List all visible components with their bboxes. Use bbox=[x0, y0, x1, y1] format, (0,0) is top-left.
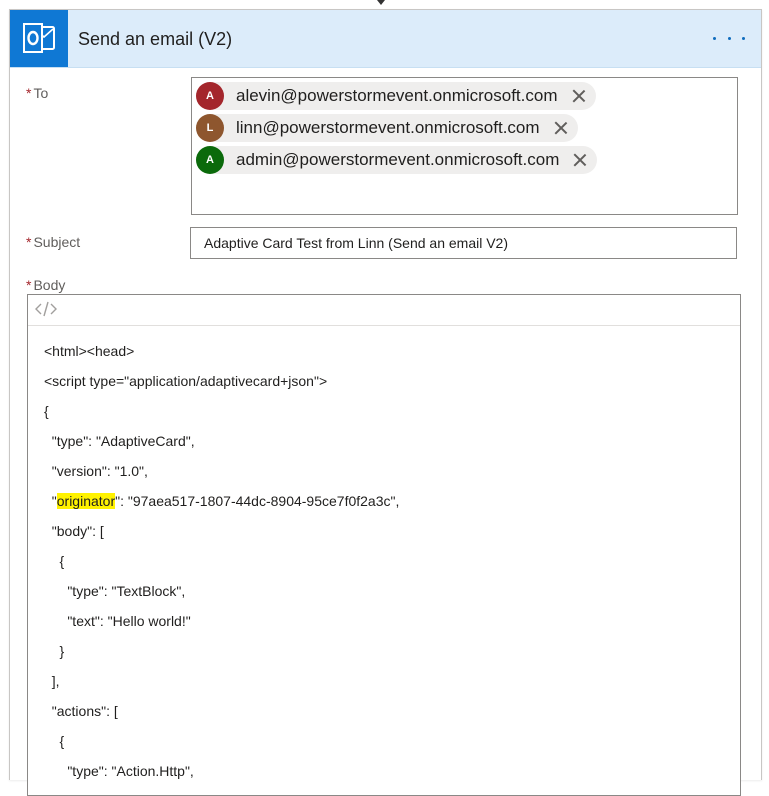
recipient-chip[interactable]: Aalevin@powerstormevent.onmicrosoft.com bbox=[196, 82, 596, 110]
avatar: A bbox=[196, 146, 224, 174]
to-label-text: To bbox=[33, 85, 49, 101]
to-label: * To bbox=[26, 85, 48, 101]
recipient-email: linn@powerstormevent.onmicrosoft.com bbox=[236, 118, 540, 137]
code-line: "type": "TextBlock", bbox=[44, 583, 186, 599]
required-marker: * bbox=[26, 234, 32, 250]
collapse-caret-icon bbox=[377, 0, 385, 5]
subject-label-text: Subject bbox=[33, 234, 81, 250]
remove-recipient-icon[interactable] bbox=[572, 89, 586, 103]
code-line: "actions": [ bbox=[44, 703, 118, 719]
recipient-chip[interactable]: Aadmin@powerstormevent.onmicrosoft.com bbox=[196, 146, 598, 174]
avatar: L bbox=[196, 114, 224, 142]
code-line: { bbox=[44, 553, 65, 569]
avatar: A bbox=[196, 82, 224, 110]
action-header[interactable]: Send an email (V2) bbox=[10, 10, 761, 68]
code-line: <html><head> bbox=[44, 343, 135, 359]
code-line: <script type="application/adaptivecard+j… bbox=[44, 373, 328, 389]
code-text: ": "97aea517-1807-44dc-8904-95ce7f0f2a3c… bbox=[115, 493, 400, 509]
code-line: { bbox=[44, 403, 49, 419]
code-line: { bbox=[44, 733, 65, 749]
code-line: "originator": "97aea517-1807-44dc-8904-9… bbox=[44, 493, 399, 509]
highlighted-text: originator bbox=[56, 493, 116, 509]
required-marker: * bbox=[26, 277, 32, 293]
code-line: ], bbox=[44, 673, 60, 689]
required-marker: * bbox=[26, 85, 32, 101]
remove-recipient-icon[interactable] bbox=[554, 121, 568, 135]
more-options-icon[interactable] bbox=[713, 26, 745, 50]
body-label-text: Body bbox=[33, 277, 66, 293]
code-line: "type": "AdaptiveCard", bbox=[44, 433, 195, 449]
remove-recipient-icon[interactable] bbox=[573, 153, 587, 167]
editor-toolbar bbox=[28, 295, 740, 326]
outlook-icon bbox=[10, 10, 68, 67]
code-line: } bbox=[44, 643, 65, 659]
code-view-icon[interactable] bbox=[33, 299, 59, 319]
code-text: " bbox=[44, 493, 57, 509]
body-label: * Body bbox=[26, 277, 65, 293]
action-title: Send an email (V2) bbox=[78, 29, 233, 49]
recipient-chip[interactable]: Llinn@powerstormevent.onmicrosoft.com bbox=[196, 114, 578, 142]
code-line: "text": "Hello world!" bbox=[44, 613, 191, 629]
subject-label: * Subject bbox=[26, 234, 80, 250]
send-email-action-card: Send an email (V2) * To Aalevin@powerstor… bbox=[9, 9, 762, 796]
recipient-email: admin@powerstormevent.onmicrosoft.com bbox=[236, 150, 560, 169]
body-editor[interactable]: <html><head> <script type="application/ad… bbox=[27, 294, 741, 796]
subject-input[interactable] bbox=[190, 227, 737, 259]
recipient-email: alevin@powerstormevent.onmicrosoft.com bbox=[236, 86, 558, 105]
code-line: "type": "Action.Http", bbox=[44, 763, 194, 779]
code-line: "version": "1.0", bbox=[44, 463, 148, 479]
code-line: "body": [ bbox=[44, 523, 104, 539]
to-field[interactable]: Aalevin@powerstormevent.onmicrosoft.com L… bbox=[191, 77, 738, 215]
